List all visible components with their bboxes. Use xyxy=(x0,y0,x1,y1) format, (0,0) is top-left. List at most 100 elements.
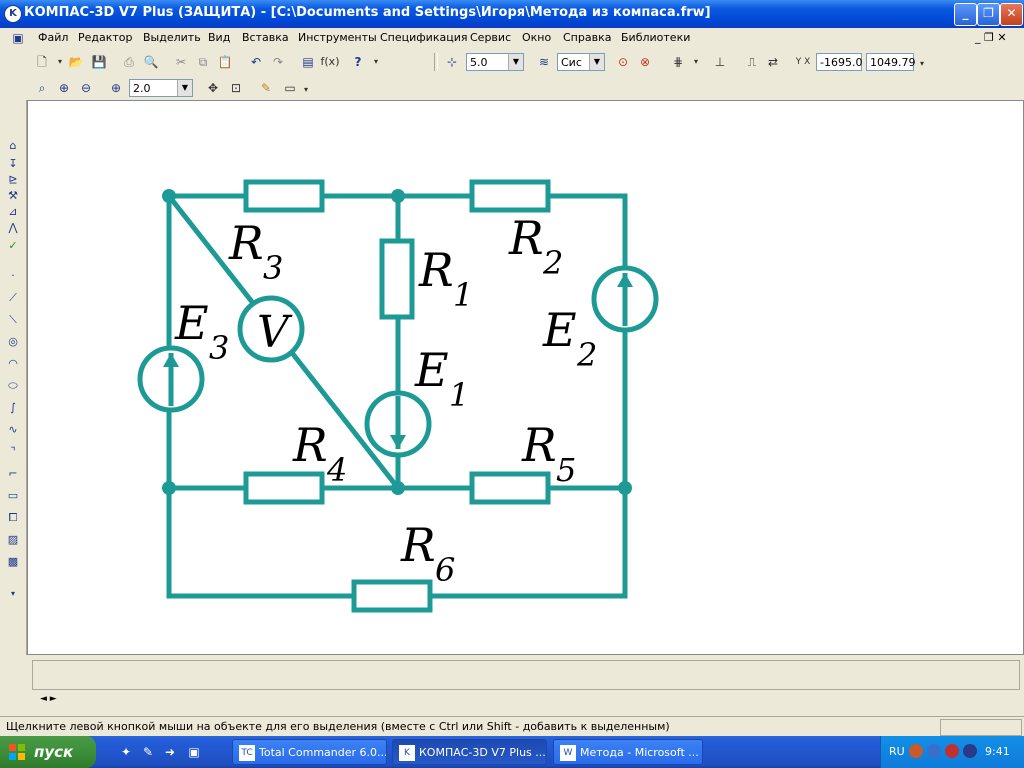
resistor-r1[interactable] xyxy=(379,238,415,320)
layers-icon[interactable]: ≋ xyxy=(536,54,552,70)
menu-help[interactable]: Справка xyxy=(563,31,611,44)
open-folder-icon[interactable]: 📂 xyxy=(68,54,84,70)
bezier-icon[interactable]: ∿ xyxy=(5,422,21,438)
tray-volume-icon[interactable] xyxy=(963,744,977,758)
start-button[interactable]: пуск xyxy=(0,736,96,768)
copy-icon[interactable]: ⧉ xyxy=(195,54,211,70)
fillet-icon[interactable]: ⌐ xyxy=(5,466,21,482)
tray-antivirus-icon[interactable] xyxy=(945,744,959,758)
junction-node-5[interactable] xyxy=(618,481,632,495)
variables-button[interactable]: f(x) xyxy=(318,54,342,70)
junction-node-3[interactable] xyxy=(162,481,176,495)
resistor-r3[interactable] xyxy=(243,179,325,213)
scroll-down-icon[interactable]: ▾ xyxy=(5,586,21,602)
quicklaunch-tool-icon[interactable]: ✦ xyxy=(118,744,134,760)
point-icon[interactable]: · xyxy=(5,268,21,284)
edit-tab-icon[interactable]: ⚒ xyxy=(5,188,21,204)
spline-icon[interactable]: ∫ xyxy=(5,400,21,416)
redo-icon[interactable]: ↷ xyxy=(270,54,286,70)
zoom-combo[interactable]: 2.0 ▼ xyxy=(129,79,193,97)
parametrization-tab-icon[interactable]: ⊿ xyxy=(5,204,21,220)
zoom-scale-icon[interactable]: ⊕ xyxy=(108,80,124,96)
quicklaunch-pencil-icon[interactable]: ✎ xyxy=(140,744,156,760)
circle-icon[interactable]: ◎ xyxy=(5,334,21,350)
menu-editor[interactable]: Редактор xyxy=(78,31,133,44)
cut-icon[interactable]: ✂ xyxy=(173,54,189,70)
menu-view[interactable]: Вид xyxy=(208,31,230,44)
task-word[interactable]: W Метода - Microsoft ... xyxy=(553,739,703,765)
snap-magnet-icon[interactable]: ⊙ xyxy=(615,54,631,70)
document-window-controls[interactable]: _ ❐ ✕ xyxy=(975,31,1007,44)
manager-icon[interactable]: ▤ xyxy=(300,54,316,70)
dimensions-tab-icon[interactable]: ↧ xyxy=(5,156,21,172)
resistor-r2[interactable] xyxy=(469,179,551,213)
menu-libraries[interactable]: Библиотеки xyxy=(621,31,690,44)
chevron-down-icon[interactable]: ▼ xyxy=(177,80,192,96)
measure-tab-icon[interactable]: ⋀ xyxy=(5,220,21,236)
snap-magnet-2-icon[interactable]: ⊗ xyxy=(637,54,653,70)
chevron-down-icon[interactable]: ▼ xyxy=(589,54,604,70)
paste-icon[interactable]: 📋 xyxy=(217,54,233,70)
title-bar[interactable]: K КОМПАС-3D V7 Plus (ЗАЩИТА) - [C:\Docum… xyxy=(0,0,1024,28)
tray-network-icon[interactable] xyxy=(927,744,941,758)
menu-service[interactable]: Сервис xyxy=(470,31,511,44)
style-combo[interactable]: Сис ▼ xyxy=(557,53,605,71)
undo-icon[interactable]: ↶ xyxy=(248,54,264,70)
zoom-window-icon[interactable]: ⌕ xyxy=(34,80,50,96)
refresh-icon[interactable]: ✎ xyxy=(258,80,274,96)
save-icon[interactable]: 💾 xyxy=(91,54,107,70)
rectangle-icon[interactable]: ▭ xyxy=(5,488,21,504)
drawing-canvas[interactable]: R3R1R2E3E2E1R4R5R6V xyxy=(27,100,1024,655)
coords-dropdown-icon[interactable]: ▾ xyxy=(914,56,930,72)
menu-specification[interactable]: Спецификация xyxy=(380,31,467,44)
help-pointer-icon[interactable]: ? xyxy=(350,54,366,70)
fill-icon[interactable]: ▩ xyxy=(5,554,21,570)
geometry-tab-icon[interactable]: ⌂ xyxy=(5,138,21,154)
display-mode-icon[interactable]: ▭ xyxy=(282,80,298,96)
chamfer-icon[interactable]: ⌝ xyxy=(5,444,21,460)
menu-tools[interactable]: Инструменты xyxy=(298,31,377,44)
restore-button[interactable]: ❐ xyxy=(977,3,1000,26)
zoom-out-icon[interactable]: ⊖ xyxy=(78,80,94,96)
grid-icon[interactable]: ⋕ xyxy=(670,54,686,70)
junction-node-2[interactable] xyxy=(391,189,405,203)
round-coords-icon[interactable]: ⇄ xyxy=(765,54,781,70)
document-icon[interactable]: ▣ xyxy=(10,30,26,46)
print-icon[interactable]: ⎙ xyxy=(121,54,137,70)
menu-file[interactable]: Файл xyxy=(38,31,68,44)
ellipse-icon[interactable]: ⬭ xyxy=(5,378,21,394)
coord-y-field[interactable]: 1049.79 xyxy=(866,53,916,71)
chevron-down-icon[interactable]: ▼ xyxy=(508,54,523,70)
local-csys-icon[interactable]: ⊥ xyxy=(712,54,728,70)
arc-icon[interactable]: ◠ xyxy=(5,356,21,372)
minimize-button[interactable]: _ xyxy=(954,3,977,26)
menu-select[interactable]: Выделить xyxy=(143,31,201,44)
print-preview-icon[interactable]: 🔍 xyxy=(143,54,159,70)
contour-icon[interactable]: ⧠ xyxy=(5,510,21,526)
pan-icon[interactable]: ✥ xyxy=(205,80,221,96)
quicklaunch-arrow-icon[interactable]: ➜ xyxy=(162,744,178,760)
resistor-r6[interactable] xyxy=(351,579,433,613)
step-combo[interactable]: 5.0 ▼ xyxy=(466,53,524,71)
segment-icon[interactable]: ⟍ xyxy=(5,312,21,328)
task-total-commander[interactable]: TC Total Commander 6.0... xyxy=(232,739,387,765)
tray-arrow-icon[interactable] xyxy=(909,744,923,758)
new-document-icon[interactable]: 🗋 xyxy=(34,54,50,70)
quicklaunch-xp-icon[interactable]: ▣ xyxy=(186,744,202,760)
kompas-app-icon[interactable]: K xyxy=(4,5,22,23)
resistor-r4[interactable] xyxy=(243,471,325,505)
aux-line-icon[interactable]: ⟋ xyxy=(5,290,21,306)
close-button[interactable]: ✕ xyxy=(1000,3,1023,26)
junction-node-1[interactable] xyxy=(162,189,176,203)
symbols-tab-icon[interactable]: ⊵ xyxy=(5,172,21,188)
ortho-icon[interactable]: ⎍ xyxy=(744,54,760,70)
panel-scroll-arrows[interactable]: ◄ ► xyxy=(40,694,57,704)
new-dropdown-icon[interactable]: ▾ xyxy=(52,54,68,70)
junction-node-4[interactable] xyxy=(391,481,405,495)
display-dropdown-icon[interactable]: ▾ xyxy=(298,82,314,98)
language-indicator[interactable]: RU xyxy=(889,745,905,758)
resistor-r5[interactable] xyxy=(469,471,551,505)
task-kompas[interactable]: K КОМПАС-3D V7 Plus ... xyxy=(392,739,547,765)
menu-insert[interactable]: Вставка xyxy=(242,31,289,44)
coord-x-field[interactable]: -1695.0 xyxy=(816,53,862,71)
